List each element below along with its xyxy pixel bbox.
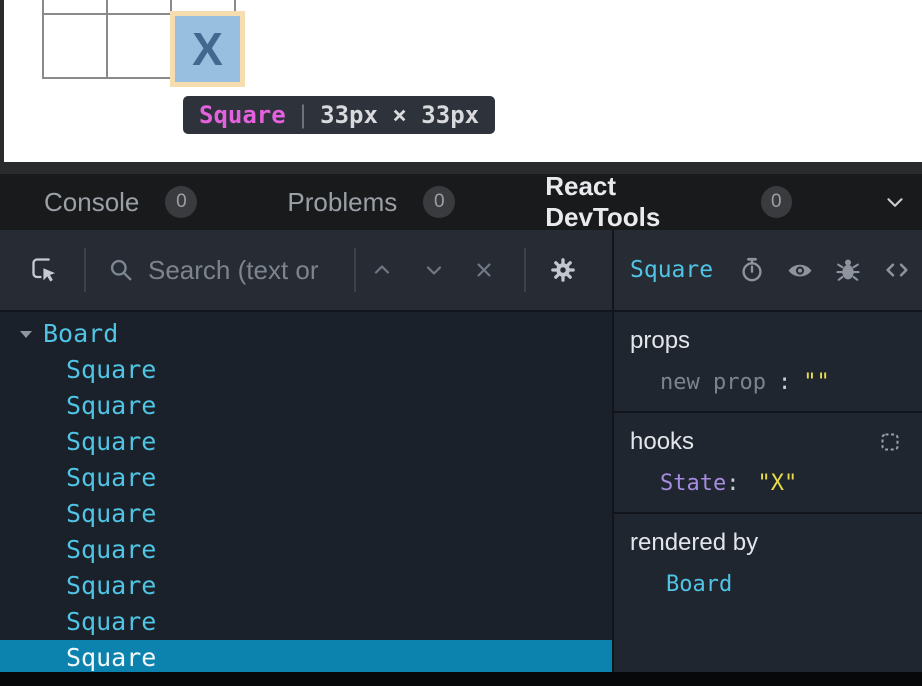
prop-colon: : [778, 370, 791, 395]
tree-item-square[interactable]: Square [0, 496, 612, 532]
hook-name: State [660, 471, 726, 496]
props-section: props new prop : "" [614, 312, 922, 413]
tab-label: React DevTools [545, 171, 734, 233]
props-header: props [630, 327, 906, 355]
tab-label: Console [44, 187, 139, 218]
tab-problems[interactable]: Problems 0 [287, 186, 455, 218]
inspect-tooltip: Square | 33px × 33px [183, 96, 495, 134]
tree-item-square[interactable]: Square [0, 532, 612, 568]
window-edge [0, 0, 4, 162]
tab-label: Problems [287, 187, 397, 218]
stopwatch-icon [738, 256, 766, 284]
new-prop-value-input[interactable]: "" [803, 370, 830, 395]
prop-row: new prop : "" [660, 370, 906, 395]
tab-console[interactable]: Console 0 [44, 186, 197, 218]
parse-hook-names-button[interactable] [878, 430, 902, 454]
expander-triangle-icon [18, 327, 34, 341]
console-count-badge: 0 [165, 186, 197, 218]
board-cell[interactable] [43, 14, 107, 78]
new-prop-name-input[interactable]: new prop [660, 370, 766, 395]
dashed-rect-icon [878, 430, 902, 454]
element-picker-button[interactable] [30, 256, 58, 284]
rendered-by-section: rendered by Board [614, 514, 922, 613]
gear-icon [548, 255, 578, 285]
hooks-section: hooks State : "X" [614, 413, 922, 514]
tree-item-label: Square [66, 568, 156, 604]
problems-count-badge: 0 [423, 186, 455, 218]
search-input[interactable]: Search (text or [148, 255, 348, 286]
eye-icon [786, 256, 814, 284]
search-prev-button[interactable] [370, 258, 394, 282]
tree-item-label: Square [66, 388, 156, 424]
tree-item-label: Square [66, 604, 156, 640]
suspend-toggle-button[interactable] [738, 256, 766, 284]
log-component-button[interactable] [834, 256, 862, 284]
drawer-tabbar: Console 0 Problems 0 React DevTools 0 [0, 174, 922, 230]
selected-component-title: Square [630, 257, 713, 283]
tooltip-divider: | [296, 101, 310, 129]
tree-item-label: Square [66, 532, 156, 568]
window-bottom-edge [0, 672, 922, 686]
toolbar-separator [354, 248, 356, 292]
board-cell[interactable] [107, 14, 171, 78]
inspected-page: X Square | 33px × 33px [0, 0, 922, 162]
chevron-down-icon [422, 258, 446, 282]
devtools-window: X Square | 33px × 33px Console 0 Problem… [0, 0, 922, 686]
tree-item-square-selected[interactable]: Square [0, 640, 612, 672]
search-button [108, 257, 134, 283]
react-devtools-content: Board Square Square Square Square Square… [0, 312, 922, 672]
toolbar-separator [524, 248, 526, 292]
react-devtools-toolbar: Search (text or [0, 230, 922, 312]
element-picker-icon [30, 256, 58, 284]
search-icon [108, 257, 134, 283]
hook-value-input[interactable]: "X" [757, 471, 797, 496]
react-devtools-count-badge: 0 [761, 186, 792, 218]
tooltip-dimensions: 33px × 33px [320, 101, 479, 129]
tree-item-label: Square [66, 496, 156, 532]
cell-value: X [192, 22, 223, 76]
toolbar-right: Square [614, 230, 922, 310]
tree-item-label: Square [66, 352, 156, 388]
view-source-button[interactable] [882, 256, 912, 284]
chevron-down-icon [882, 189, 908, 215]
tree-item-square[interactable]: Square [0, 388, 612, 424]
hooks-header: hooks [630, 428, 694, 456]
inspect-highlight-content: X [175, 16, 240, 82]
bug-icon [834, 256, 862, 284]
rendered-by-header: rendered by [630, 529, 906, 557]
tree-item-square[interactable]: Square [0, 352, 612, 388]
code-brackets-icon [882, 256, 912, 284]
search-next-button[interactable] [422, 258, 446, 282]
component-details-panel: props new prop : "" hooks State : "X [614, 312, 922, 672]
chevron-up-icon [370, 258, 394, 282]
drawer-collapse-button[interactable] [882, 189, 908, 215]
settings-button[interactable] [548, 255, 578, 285]
hook-row: State : "X" [660, 471, 906, 496]
tree-item-label: Square [66, 424, 156, 460]
tree-item-square[interactable]: Square [0, 424, 612, 460]
board-cell[interactable] [107, 0, 171, 14]
close-icon [472, 258, 496, 282]
tree-item-label: Square [66, 460, 156, 496]
tree-item-label: Square [66, 640, 156, 672]
tree-item-square[interactable]: Square [0, 568, 612, 604]
rendered-by-row: Board [660, 572, 906, 597]
inspect-highlight-padding: X [170, 11, 245, 87]
rendered-by-board-link[interactable]: Board [666, 572, 732, 597]
hook-colon: : [726, 471, 739, 496]
tree-item-label: Board [43, 316, 118, 352]
toolbar-left: Search (text or [0, 230, 612, 310]
tree-item-board[interactable]: Board [0, 316, 612, 352]
inspect-dom-button[interactable] [786, 256, 814, 284]
component-tree: Board Square Square Square Square Square… [0, 312, 612, 672]
board-cell[interactable] [43, 0, 107, 14]
tree-item-square[interactable]: Square [0, 460, 612, 496]
tree-item-square[interactable]: Square [0, 604, 612, 640]
tab-react-devtools[interactable]: React DevTools 0 [545, 171, 792, 233]
toolbar-separator [84, 248, 86, 292]
tooltip-component-name: Square [199, 101, 286, 129]
search-clear-button[interactable] [472, 258, 496, 282]
